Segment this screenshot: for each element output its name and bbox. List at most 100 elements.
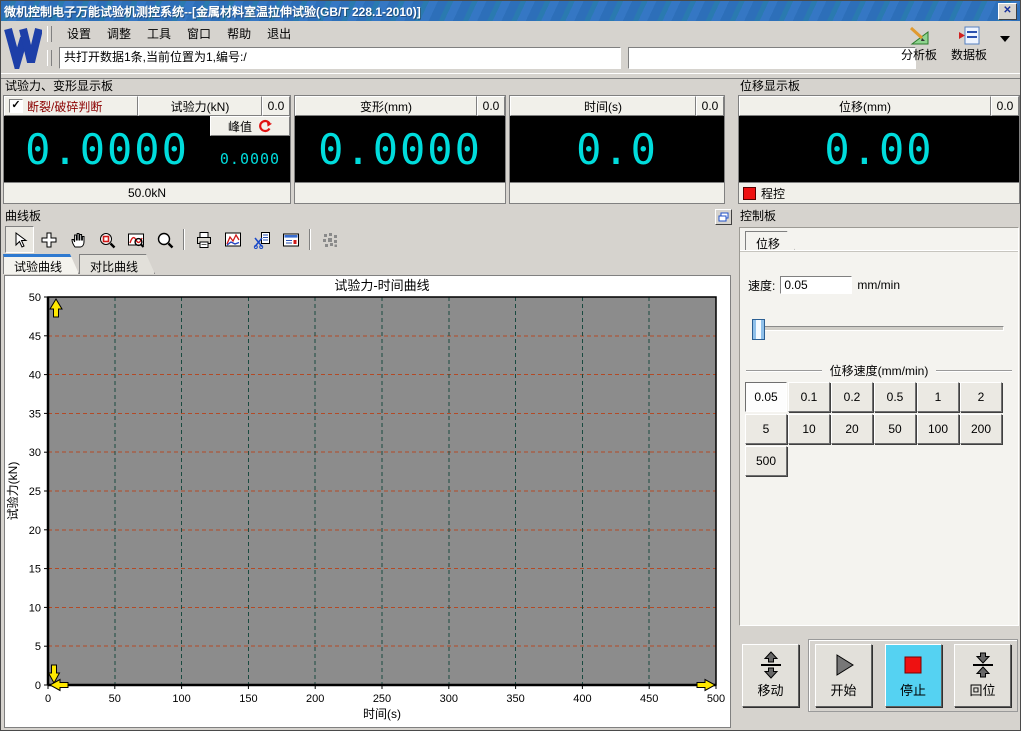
return-button[interactable]: 回位: [954, 644, 1011, 707]
zoom-curve-tool-button[interactable]: [121, 226, 150, 253]
speed-option-1[interactable]: 1: [917, 382, 959, 412]
pan-tool-button[interactable]: [63, 226, 92, 253]
tab-displacement-control[interactable]: 位移: [745, 231, 795, 251]
toolbar-dropdown-arrow-icon[interactable]: [1000, 36, 1010, 42]
return-button-label: 回位: [969, 680, 995, 699]
status-field: 共打开数据1条,当前位置为1,编号:/: [59, 47, 621, 69]
curve-restore-button[interactable]: [715, 209, 732, 225]
fracture-check-cell[interactable]: ✓ 断裂/破碎判断: [4, 96, 138, 116]
speed-option-0-05[interactable]: 0.05: [745, 382, 787, 412]
speed-option-2[interactable]: 2: [960, 382, 1002, 412]
chart-area[interactable]: 0510152025303540455005010015020025030035…: [4, 275, 731, 728]
force-corner-value: 0.0: [262, 96, 290, 116]
data-window-button[interactable]: [276, 226, 305, 253]
speed-option-0-2[interactable]: 0.2: [831, 382, 873, 412]
menu-item-exit[interactable]: 退出: [259, 23, 299, 44]
time-lcd-value: 0.0: [510, 116, 724, 182]
speed-option-100[interactable]: 100: [917, 414, 959, 444]
speed-group-legend: 位移速度(mm/min): [746, 362, 1012, 379]
svg-text:300: 300: [440, 693, 458, 705]
speed-label: 速度:: [748, 277, 775, 294]
svg-text:5: 5: [35, 641, 41, 653]
svg-text:45: 45: [29, 331, 41, 343]
speed-option-50[interactable]: 50: [874, 414, 916, 444]
time-footer: [510, 182, 724, 203]
speed-input[interactable]: [780, 276, 852, 294]
control-panel-title: 控制板: [738, 209, 1020, 225]
force-header-button[interactable]: 试验力(kN): [138, 96, 262, 116]
peak-reset-button[interactable]: 峰值: [210, 116, 290, 136]
curve-settings-button[interactable]: [218, 226, 247, 253]
speed-option-5[interactable]: 5: [745, 414, 787, 444]
peak-refresh-icon[interactable]: [258, 119, 272, 133]
menu-item-window[interactable]: 窗口: [179, 23, 219, 44]
move-button[interactable]: 移动: [742, 644, 799, 707]
zoom-region-tool-button[interactable]: [92, 226, 121, 253]
time-header-button[interactable]: 时间(s): [510, 96, 696, 116]
crosshair-tool-button[interactable]: [34, 226, 63, 253]
zoom-curve-icon: [127, 231, 145, 249]
play-icon: [831, 651, 857, 679]
curve-chart-icon: [224, 231, 242, 249]
force-time-chart: 0510152025303540455005010015020025030035…: [5, 276, 731, 728]
displacement-unit: 位移(mm) 0.0 0.00 程控: [738, 95, 1020, 204]
program-control-indicator: [743, 187, 756, 200]
displacement-corner-value: 0.0: [991, 96, 1019, 116]
restore-window-icon: [718, 212, 729, 222]
svg-text:10: 10: [29, 602, 41, 614]
time-corner-value: 0.0: [696, 96, 724, 116]
print-button[interactable]: [189, 226, 218, 253]
svg-text:250: 250: [373, 693, 391, 705]
tab-test-curve[interactable]: 试验曲线: [3, 254, 79, 274]
control-panel: 控制板 位移 速度: mm/min 位移速度(mm/min): [738, 209, 1020, 730]
force-display-panel: 试验力、变形显示板 ✓ 断裂/破碎判断 试验力(kN) 0.0 0.0000: [3, 79, 733, 207]
svg-text:25: 25: [29, 486, 41, 498]
tab-compare-curve[interactable]: 对比曲线: [79, 254, 155, 274]
deform-header-button[interactable]: 变形(mm): [295, 96, 477, 116]
menu-item-help[interactable]: 帮助: [219, 23, 259, 44]
magnifier-icon: [156, 231, 174, 249]
start-button[interactable]: 开始: [815, 644, 872, 707]
svg-text:500: 500: [707, 693, 725, 705]
snip-export-button[interactable]: [247, 226, 276, 253]
speed-slider-handle[interactable]: [752, 319, 765, 340]
menu-item-settings[interactable]: 设置: [59, 23, 99, 44]
zoom-tool-button[interactable]: [150, 226, 179, 253]
speed-slider-track[interactable]: [752, 326, 1004, 331]
settings-pattern-icon: [321, 231, 339, 249]
svg-text:试验力-时间曲线: 试验力-时间曲线: [334, 278, 429, 293]
svg-text:50: 50: [29, 292, 41, 304]
control-tab-line: [740, 250, 1018, 252]
fracture-checkbox[interactable]: ✓: [9, 99, 23, 113]
cursor-tool-button[interactable]: [5, 226, 34, 253]
header-tools: 分析板 数据板: [896, 25, 1012, 64]
printer-icon: [195, 231, 213, 249]
deform-unit: 变形(mm) 0.0 0.0000: [294, 95, 506, 204]
svg-text:试验力(kN): 试验力(kN): [5, 462, 20, 521]
svg-text:时间(s): 时间(s): [363, 707, 401, 721]
speed-option-0-1[interactable]: 0.1: [788, 382, 830, 412]
curve-toolbar: [3, 226, 733, 253]
speed-option-20[interactable]: 20: [831, 414, 873, 444]
stop-button[interactable]: 停止: [885, 644, 942, 707]
brand-logo-icon: [4, 24, 42, 69]
toolbar-separator: [309, 229, 311, 250]
speed-option-10[interactable]: 10: [788, 414, 830, 444]
data-board-button[interactable]: 数据板: [946, 25, 992, 64]
menu-item-adjust[interactable]: 调整: [99, 23, 139, 44]
force-unit: ✓ 断裂/破碎判断 试验力(kN) 0.0 0.0000 峰值: [3, 95, 291, 204]
svg-text:100: 100: [172, 693, 190, 705]
close-button[interactable]: ✕: [998, 3, 1017, 20]
analysis-board-button[interactable]: 分析板: [896, 25, 942, 64]
hand-icon: [69, 231, 87, 249]
speed-option-0-5[interactable]: 0.5: [874, 382, 916, 412]
menu-item-tools[interactable]: 工具: [139, 23, 179, 44]
speed-option-500[interactable]: 500: [745, 446, 787, 476]
displacement-header-button[interactable]: 位移(mm): [739, 96, 991, 116]
pattern-tool-button[interactable]: [315, 226, 344, 253]
force-lcd-value: 0.0000: [4, 116, 210, 182]
snip-icon: [253, 231, 271, 249]
deform-lcd-value: 0.0000: [295, 116, 505, 182]
speed-option-200[interactable]: 200: [960, 414, 1002, 444]
svg-text:30: 30: [29, 447, 41, 459]
